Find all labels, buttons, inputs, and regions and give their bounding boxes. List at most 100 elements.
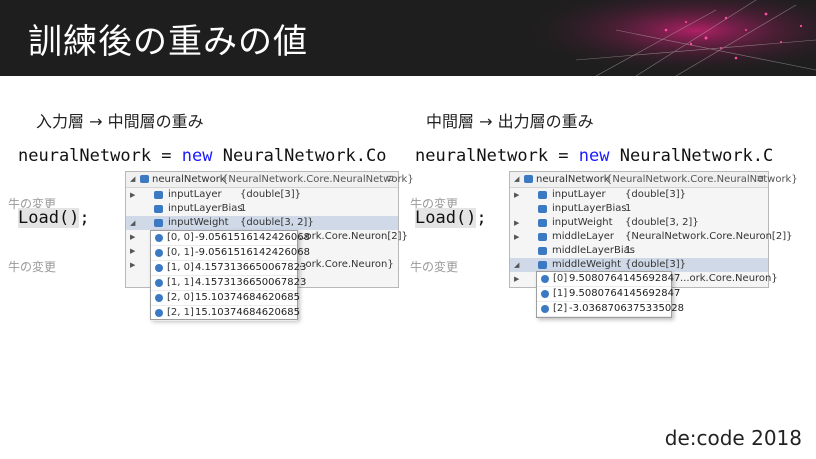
- left-faded-label-2: 牛の変更: [8, 260, 57, 274]
- expand-arrow-icon[interactable]: ▶: [130, 188, 135, 202]
- field-icon: [154, 191, 163, 199]
- pin-icon[interactable]: ⊐: [756, 172, 764, 187]
- value-icon: [155, 309, 163, 317]
- right-caption: 中間層 → 出力層の重み: [426, 112, 594, 131]
- collapse-arrow-icon[interactable]: ◢: [130, 216, 135, 230]
- left-code-line: neuralNetwork = new NeuralNetwork.Co: [18, 146, 387, 166]
- slide-header: 訓練後の重みの値: [0, 0, 816, 76]
- datatip-row[interactable]: middleLayerBias 1: [510, 244, 768, 258]
- row-value: {double[3, 2]}: [625, 217, 699, 228]
- field-icon: [538, 247, 547, 255]
- pin-icon[interactable]: ⊐: [386, 172, 394, 187]
- expand-arrow-icon[interactable]: ▶: [130, 258, 135, 272]
- datatip-header-value: {NeuralNetwork.Core.NeuralNetwork}: [606, 174, 798, 185]
- array-element-row[interactable]: [0, 0] -9.0561516142426068: [151, 231, 310, 246]
- left-code-keyword: new: [181, 146, 213, 166]
- collapse-arrow-icon[interactable]: ◢: [514, 258, 519, 272]
- row-value: ...ork.Core.Neuron}: [296, 259, 394, 270]
- expand-arrow-icon[interactable]: ▶: [514, 272, 519, 286]
- left-caption: 入力層 → 中間層の重み: [36, 112, 204, 131]
- right-code-keyword: new: [578, 146, 610, 166]
- array-element-row[interactable]: [1, 0] 4.1573136650067823: [151, 261, 306, 276]
- datatip-row[interactable]: ▶ inputLayer {double[3]}: [126, 188, 398, 202]
- event-footer: de:code 2018: [664, 426, 802, 450]
- row-name: inputWeight: [168, 217, 229, 228]
- datatip-header-name: neuralNetwork: [536, 174, 610, 185]
- datatip-header-value: {NeuralNetwork.Core.NeuralNetwork}: [222, 174, 414, 185]
- expand-arrow-icon[interactable]: ▶: [514, 216, 519, 230]
- right-code-class: NeuralNetwork.C: [609, 146, 774, 166]
- array-index: [0]: [553, 273, 568, 284]
- collapse-arrow-icon[interactable]: ◢: [130, 172, 135, 187]
- field-icon: [154, 205, 163, 213]
- array-element-row[interactable]: [1] 9.5080764145692847: [537, 287, 680, 302]
- left-code-equals: =: [151, 146, 182, 166]
- value-icon: [541, 290, 549, 298]
- right-array-popup[interactable]: [0] 9.5080764145692847 [1] 9.5080764145692…: [536, 271, 684, 318]
- datatip-row-selected[interactable]: ◢ inputWeight {double[3, 2]}: [126, 216, 398, 230]
- right-code-line: neuralNetwork = new NeuralNetwork.C: [415, 146, 816, 166]
- value-icon: [155, 279, 163, 287]
- row-value: 1: [625, 203, 632, 214]
- row-name: middleLayer: [552, 231, 615, 242]
- array-element-row[interactable]: [0] 9.5080764145692847: [537, 272, 680, 287]
- field-icon: [538, 191, 547, 199]
- value-icon: [155, 264, 163, 272]
- value-icon: [541, 305, 549, 313]
- array-index: [1]: [553, 288, 568, 299]
- left-load-line: Load();: [18, 208, 90, 228]
- right-code-variable: neuralNetwork: [415, 146, 549, 166]
- right-datatip-header[interactable]: ◢ neuralNetwork {NeuralNetwork.Core.Neur…: [510, 172, 798, 188]
- value-icon: [155, 294, 163, 302]
- value-icon: [155, 234, 163, 242]
- array-element-row[interactable]: [2] -3.0368706375335028: [537, 302, 684, 317]
- datatip-row[interactable]: ▶ middleLayer {NeuralNetwork.Core.Neuron…: [510, 230, 792, 244]
- row-value: {NeuralNetwork.Core.Neuron[2]}: [625, 231, 793, 242]
- datatip-header-name: neuralNetwork: [152, 174, 226, 185]
- right-faded-label-2: 牛の変更: [410, 260, 459, 274]
- array-element-row[interactable]: [0, 1] -9.0561516142426068: [151, 246, 310, 261]
- array-index: [2, 0]: [167, 292, 194, 303]
- array-element-row[interactable]: [2, 1] 15.10374684620685: [151, 306, 300, 321]
- array-value: 15.10374684620685: [195, 307, 300, 318]
- row-value: {double[3]}: [240, 189, 301, 200]
- value-icon: [155, 249, 163, 257]
- collapse-arrow-icon[interactable]: ◢: [514, 172, 519, 187]
- array-index: [0, 0]: [167, 232, 194, 243]
- right-load-semicolon: ;: [476, 208, 487, 228]
- array-value: 4.1573136650067823: [195, 277, 307, 288]
- right-load-call: Load(): [415, 208, 477, 228]
- row-value: 1: [240, 203, 247, 214]
- datatip-row[interactable]: ▶ inputLayer {double[3]}: [510, 188, 768, 202]
- array-value: 9.5080764145692847: [569, 273, 681, 284]
- field-icon: [154, 219, 163, 227]
- datatip-row-selected[interactable]: ◢ middleWeight {double[3]}: [510, 258, 768, 272]
- value-icon: [541, 275, 549, 283]
- array-value: -3.0368706375335028: [569, 303, 684, 314]
- row-name: inputLayerBias: [552, 203, 627, 214]
- array-index: [0, 1]: [167, 247, 194, 258]
- datatip-row[interactable]: ▶ inputWeight {double[3, 2]}: [510, 216, 768, 230]
- row-value: 1: [625, 245, 632, 256]
- left-code-class: NeuralNetwork.Co: [212, 146, 387, 166]
- row-value: {double[3]}: [625, 259, 686, 270]
- datatip-row[interactable]: inputLayerBias 1: [510, 202, 768, 216]
- row-name: inputLayer: [552, 189, 606, 200]
- left-array-popup[interactable]: [0, 0] -9.0561516142426068 [0, 1] -9.05615…: [150, 230, 310, 321]
- expand-arrow-icon[interactable]: ▶: [130, 244, 135, 258]
- row-value: {double[3]}: [625, 189, 686, 200]
- array-value: 15.10374684620685: [195, 292, 300, 303]
- expand-arrow-icon[interactable]: ▶: [514, 188, 519, 202]
- left-load-call: Load(): [18, 208, 80, 228]
- left-code-variable: neuralNetwork: [18, 146, 152, 166]
- field-icon: [538, 261, 547, 269]
- datatip-row[interactable]: inputLayerBias 1: [126, 202, 398, 216]
- array-element-row[interactable]: [1, 1] 4.1573136650067823: [151, 276, 306, 291]
- array-index: [2]: [553, 303, 568, 314]
- row-name: middleWeight: [552, 259, 621, 270]
- array-element-row[interactable]: [2, 0] 15.10374684620685: [151, 291, 300, 306]
- expand-arrow-icon[interactable]: ▶: [130, 230, 135, 244]
- expand-arrow-icon[interactable]: ▶: [514, 230, 519, 244]
- row-name: inputWeight: [552, 217, 613, 228]
- left-datatip-header[interactable]: ◢ neuralNetwork {NeuralNetwork.Core.Neur…: [126, 172, 414, 188]
